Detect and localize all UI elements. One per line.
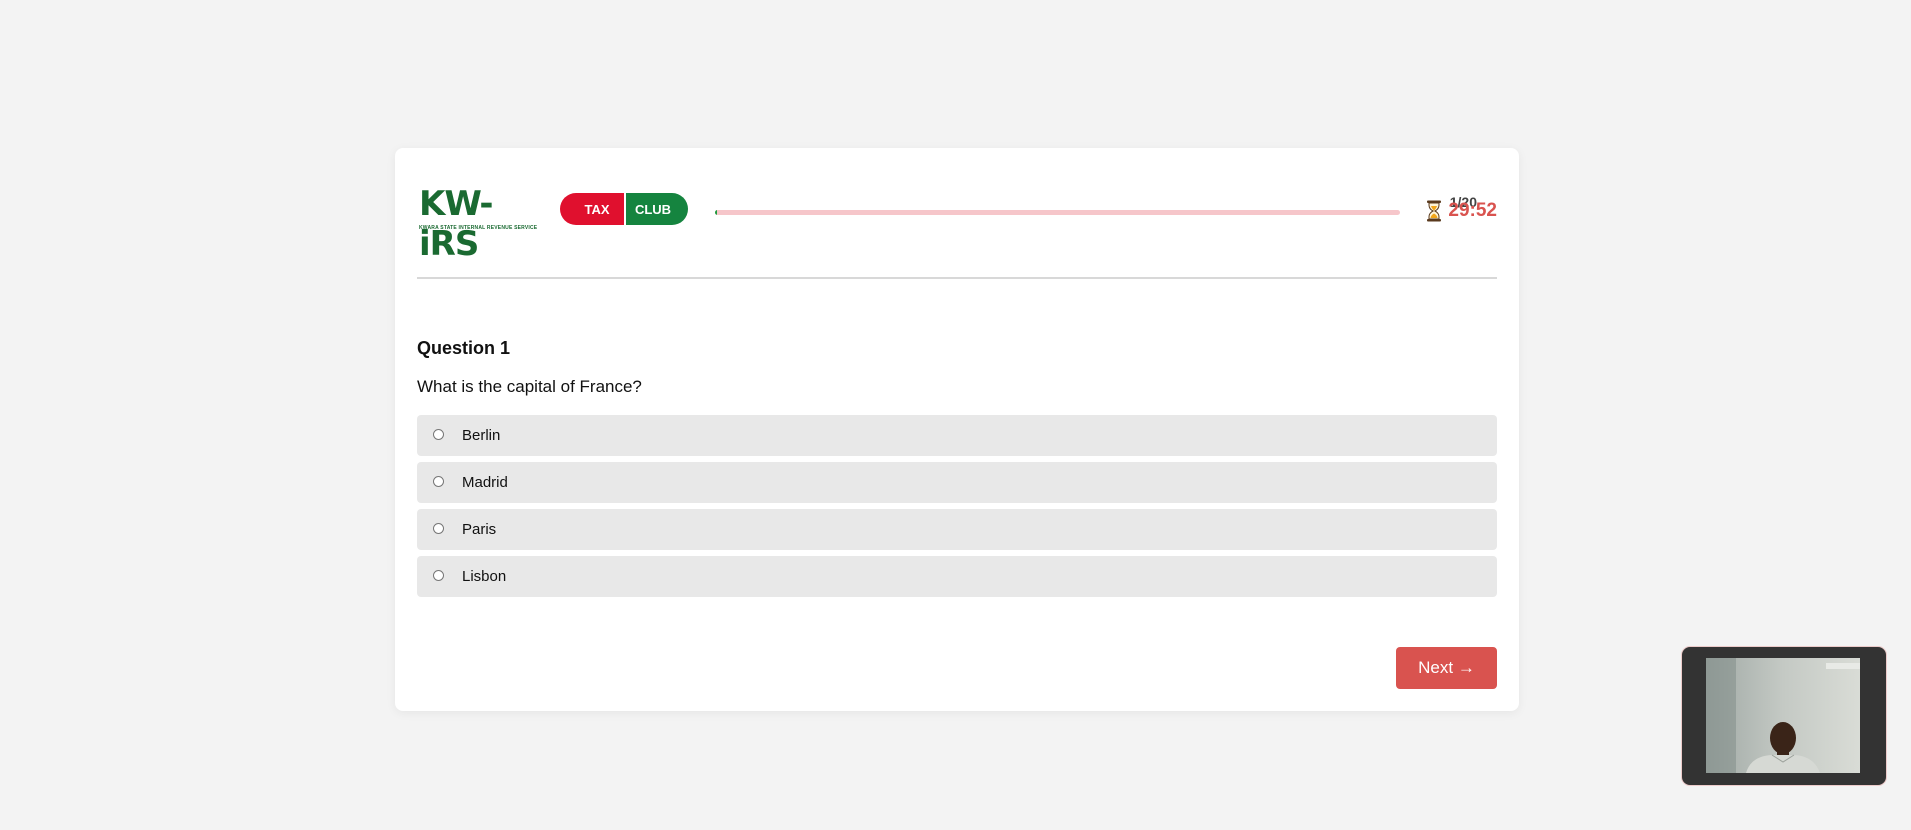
answer-option-label: Berlin bbox=[462, 427, 501, 444]
hourglass-icon bbox=[1427, 200, 1442, 222]
answer-option-lisbon[interactable]: Lisbon bbox=[417, 556, 1497, 597]
question-text: What is the capital of France? bbox=[417, 377, 642, 396]
taxclub-logo: TAX CLUB bbox=[560, 193, 688, 225]
answer-option-label: Paris bbox=[462, 521, 497, 538]
header-divider bbox=[417, 277, 1497, 279]
kwirs-logo: KW-iRS KWARA STATE INTERNAL REVENUE SERV… bbox=[419, 184, 549, 264]
taxclub-logo-left: TAX bbox=[560, 193, 624, 225]
answer-option-paris[interactable]: Paris bbox=[417, 509, 1497, 550]
quiz-header: KW-iRS KWARA STATE INTERNAL REVENUE SERV… bbox=[417, 184, 1497, 264]
progress-bar bbox=[715, 210, 1400, 215]
webcam-feed-image bbox=[1706, 658, 1860, 773]
answer-option-madrid[interactable]: Madrid bbox=[417, 462, 1497, 503]
kwirs-logo-subtitle: KWARA STATE INTERNAL REVENUE SERVICE bbox=[419, 225, 538, 231]
timer-value: 29:52 bbox=[1448, 200, 1497, 221]
question-title: Question 1 bbox=[417, 338, 511, 358]
next-button[interactable]: Next → bbox=[1396, 647, 1497, 689]
answer-option-berlin[interactable]: Berlin bbox=[417, 415, 1497, 456]
answer-options: Berlin Madrid Paris Lisbon bbox=[417, 415, 1497, 603]
radio-button[interactable] bbox=[433, 523, 444, 534]
answer-option-label: Lisbon bbox=[462, 568, 507, 585]
radio-button[interactable] bbox=[433, 476, 444, 487]
progress-bar-fill bbox=[715, 210, 718, 215]
quiz-card: KW-iRS KWARA STATE INTERNAL REVENUE SERV… bbox=[395, 148, 1519, 711]
answer-option-label: Madrid bbox=[462, 474, 508, 491]
countdown-timer: 29:52 bbox=[1426, 200, 1497, 222]
radio-button[interactable] bbox=[433, 570, 444, 581]
taxclub-logo-right: CLUB bbox=[624, 193, 688, 225]
radio-button[interactable] bbox=[433, 429, 444, 440]
webcam-preview[interactable] bbox=[1682, 647, 1886, 785]
kwirs-logo-text: KW-iRS bbox=[419, 184, 493, 264]
